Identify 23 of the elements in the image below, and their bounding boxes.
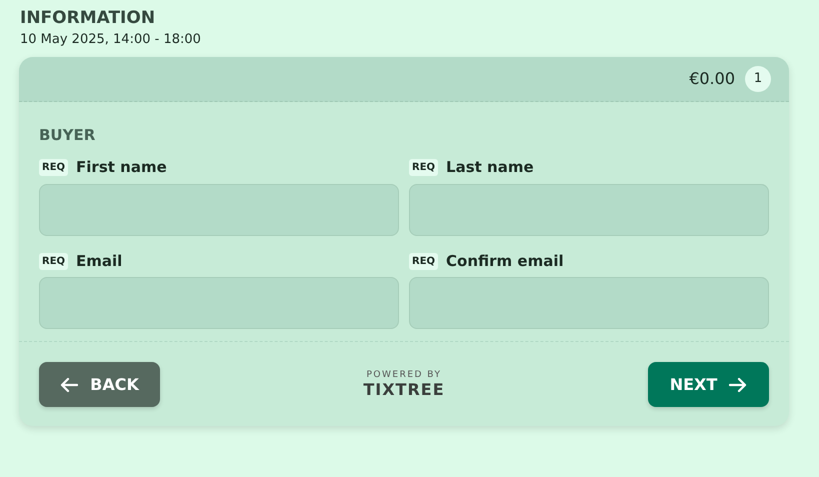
required-badge: REQ	[39, 159, 68, 176]
required-badge: REQ	[39, 252, 68, 270]
cart-total: €0.00	[689, 68, 735, 90]
field-label: Confirm email	[446, 250, 564, 272]
event-date: 10 May 2025, 14:00 - 18:00	[20, 31, 202, 50]
input-field[interactable]	[409, 277, 769, 330]
required-badge: REQ	[409, 252, 438, 270]
next-button[interactable]: NEXT	[648, 362, 769, 408]
section-title: BUYER	[39, 124, 96, 146]
arrow-right-icon	[729, 376, 748, 393]
page-title: INFORMATION	[20, 8, 156, 28]
required-badge: REQ	[409, 159, 438, 176]
brand-logo: TIXTREE	[363, 382, 445, 398]
input-field[interactable]	[409, 184, 769, 236]
field-label: Last name	[446, 157, 534, 178]
powered-by-text: POWERED BY	[366, 371, 442, 380]
field-label: Email	[76, 250, 122, 272]
field-label: First name	[76, 157, 167, 178]
arrow-left-icon	[60, 376, 78, 393]
back-button[interactable]: BACK	[39, 362, 160, 408]
cart-count: 1	[745, 66, 771, 92]
input-field[interactable]	[39, 277, 399, 330]
input-field[interactable]	[39, 184, 399, 236]
